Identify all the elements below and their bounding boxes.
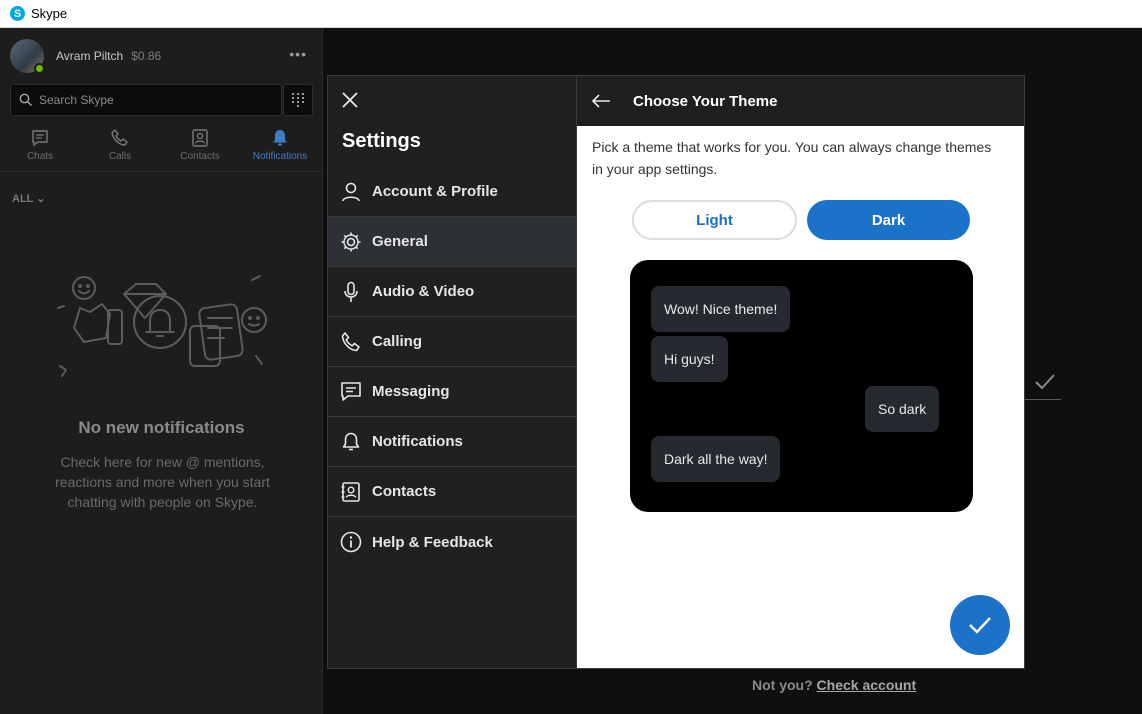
skype-logo-icon: S xyxy=(10,6,25,21)
presence-indicator xyxy=(34,63,45,74)
empty-notifications-illustration xyxy=(57,275,267,377)
contacts-icon xyxy=(340,481,362,503)
search-input[interactable] xyxy=(39,93,259,107)
chevron-down-icon: ⌄ xyxy=(36,193,46,205)
settings-title: Settings xyxy=(342,130,421,152)
settings-item-label: Contacts xyxy=(372,483,437,500)
more-options-icon[interactable]: ••• xyxy=(289,46,307,62)
tab-contacts[interactable]: Contacts xyxy=(160,126,240,171)
empty-state-text: Check here for new @ mentions, reactions… xyxy=(55,454,270,510)
tab-chats[interactable]: Chats xyxy=(0,126,80,171)
avatar[interactable] xyxy=(10,39,45,74)
tab-label: Notifications xyxy=(252,151,308,162)
check-account-link[interactable]: Check account xyxy=(817,677,917,693)
back-arrow-icon[interactable] xyxy=(591,94,611,108)
close-icon[interactable] xyxy=(340,90,360,110)
dialpad-icon xyxy=(292,93,304,107)
check-icon xyxy=(969,617,991,634)
settings-item-contacts[interactable]: Contacts xyxy=(328,467,577,517)
settings-item-label: Help & Feedback xyxy=(372,533,493,551)
phone-icon xyxy=(111,129,128,146)
bell-icon xyxy=(273,130,287,146)
not-you-label: Not you? xyxy=(752,677,813,693)
bell-icon xyxy=(340,431,362,453)
settings-panel: Settings Account & Profile General Audio… xyxy=(327,75,577,669)
settings-item-label: Account & Profile xyxy=(372,183,498,200)
preview-message: Wow! Nice theme! xyxy=(651,286,791,332)
search-box[interactable] xyxy=(10,84,282,116)
settings-item-account-profile[interactable]: Account & Profile xyxy=(328,167,577,217)
settings-item-general[interactable]: General xyxy=(328,217,577,267)
phone-icon xyxy=(340,331,362,353)
settings-item-label: Notifications xyxy=(372,433,463,450)
settings-item-notifications[interactable]: Notifications xyxy=(328,417,577,467)
settings-item-calling[interactable]: Calling xyxy=(328,317,577,367)
search-icon xyxy=(19,93,32,106)
theme-title: Choose Your Theme xyxy=(633,92,778,110)
dark-theme-button[interactable]: Dark xyxy=(807,200,970,240)
tab-calls[interactable]: Calls xyxy=(80,126,160,171)
theme-panel: Choose Your Theme Pick a theme that work… xyxy=(576,75,1025,669)
gear-icon xyxy=(340,231,362,253)
profile-name: Avram Piltch xyxy=(56,49,124,63)
preview-message: So dark xyxy=(865,386,940,432)
divider xyxy=(1025,399,1061,400)
profile-header[interactable]: Avram Piltch $0.86 ••• xyxy=(10,38,313,74)
theme-description: Pick a theme that works for you. You can… xyxy=(592,139,992,177)
light-theme-button[interactable]: Light xyxy=(632,200,797,240)
contacts-icon xyxy=(192,129,208,147)
tab-notifications[interactable]: Notifications xyxy=(240,126,320,171)
settings-item-label: Calling xyxy=(372,333,423,350)
preview-message: Hi guys! xyxy=(651,336,728,382)
theme-preview: Wow! Nice theme! Hi guys! So dark Dark a… xyxy=(630,260,973,512)
tab-label: Calls xyxy=(108,151,132,162)
settings-item-label: Audio & Video xyxy=(372,283,475,300)
dialpad-button[interactable] xyxy=(283,84,313,116)
window-titlebar: S Skype xyxy=(0,0,1142,28)
nav-tabs: Chats Calls Contacts Notifications xyxy=(0,126,323,172)
theme-header: Choose Your Theme xyxy=(577,76,1024,126)
microphone-icon xyxy=(340,281,362,303)
check-icon xyxy=(1035,374,1055,390)
message-icon xyxy=(340,381,362,403)
settings-item-help-feedback[interactable]: Help & Feedback xyxy=(328,517,577,567)
tab-label: Contacts xyxy=(180,151,220,162)
chat-icon xyxy=(32,130,48,147)
window-title: Skype xyxy=(31,6,68,21)
not-you-footer: Not you? Check account xyxy=(752,677,916,693)
settings-item-audio-video[interactable]: Audio & Video xyxy=(328,267,577,317)
preview-message: Dark all the way! xyxy=(651,436,781,482)
filter-dropdown[interactable]: ALL ⌄ xyxy=(12,192,45,205)
person-icon xyxy=(340,181,362,203)
confirm-button[interactable] xyxy=(950,595,1010,655)
settings-item-label: Messaging xyxy=(372,383,450,400)
sidebar: Avram Piltch $0.86 ••• Chats Calls Con xyxy=(0,28,323,714)
settings-item-messaging[interactable]: Messaging xyxy=(328,367,577,417)
profile-credit: $0.86 xyxy=(131,49,162,63)
filter-label: ALL xyxy=(12,193,34,205)
info-icon xyxy=(340,531,362,553)
settings-item-label: General xyxy=(372,233,428,250)
tab-label: Chats xyxy=(26,151,54,162)
empty-state-title: No new notifications xyxy=(78,418,245,437)
settings-menu: Account & Profile General Audio & Video … xyxy=(328,167,577,567)
